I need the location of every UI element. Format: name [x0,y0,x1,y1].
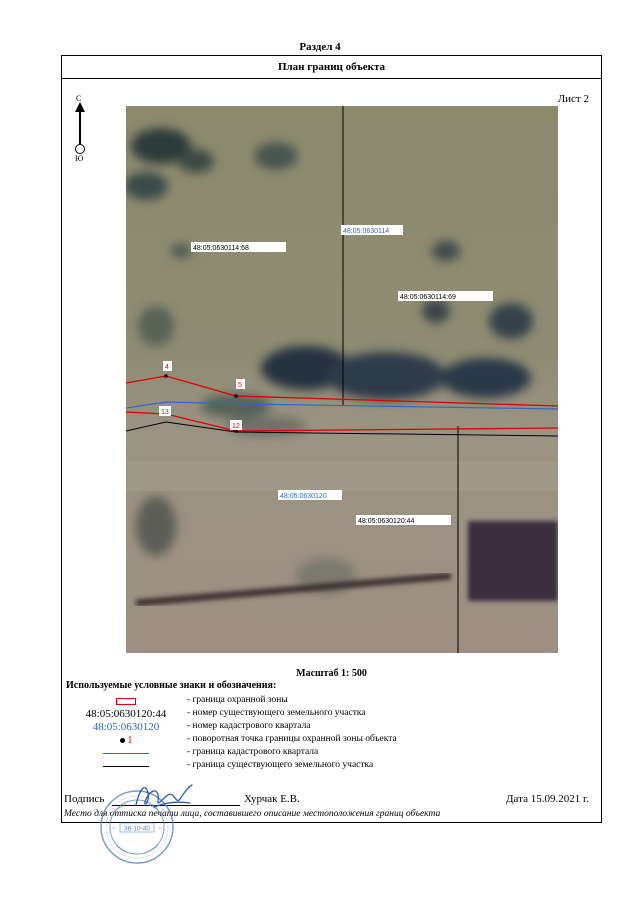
road [126,461,558,491]
map-scale: Масштаб 1: 500 [296,668,367,679]
legend-text: - граница охранной зоны [187,695,288,705]
legend-row-protect-zone: - граница охранной зоны [62,695,603,708]
point-5-label: 5 [238,382,242,389]
quarter-label-2: 48:05:0630120 [280,493,327,500]
handwritten-signature-icon [135,784,193,808]
legend-row-quarter-border: - граница кадастрового квартала [62,747,603,760]
signature-date: Дата 15.09.2021 г. [506,793,589,805]
legend-text: - поворотная точка границы охранной зоны… [187,734,397,744]
legend-symbol-quarter-number: 48:05:0630120 [92,721,160,733]
sheet-number: Лист 2 [557,93,589,105]
legend-row-parcel-border: - граница существующего земельного участ… [62,760,603,773]
legend-text: - номер существующего земельного участка [187,708,366,718]
legend-title: Используемые условные знаки и обозначени… [66,680,277,691]
legend-row-turn-point: 1 - поворотная точка границы охранной зо… [62,734,603,747]
protect-zone-symbol-icon [116,698,136,705]
document-frame: План границ объекта Лист 2 С Ю 48:05:063… [61,55,602,823]
section-title: Раздел 4 [299,41,341,53]
point-13-label: 13 [161,409,169,416]
point-4-marker [164,374,168,378]
point-5-marker [234,394,238,398]
quarter-border-line-icon [103,752,149,754]
parcel-label-3: 48:05:0630120:44 [358,518,415,525]
legend-text: - номер кадастрового квартала [187,721,311,731]
north-arrow-icon: С Ю [72,94,88,164]
parcel-border-line-icon [103,765,149,767]
point-12-label: 12 [232,423,240,430]
stamp-number: 36-10-40 [124,826,150,833]
compass-south: Ю [75,154,84,163]
turn-point-dot-icon [119,737,125,743]
quarter-label-1: 48:05:0630114 [343,228,389,235]
legend-text: - граница кадастрового квартала [187,747,319,757]
legend-symbol-parcel-number: 48:05:0630120:44 [85,708,167,720]
parcel-label-2: 48:05:0630114:69 [400,294,456,301]
satellite-map: 48:05:0630114:68 48:05:0630114 48:05:063… [126,106,558,653]
point-4-label: 4 [165,364,169,371]
plan-title: План границ объекта [62,56,601,79]
legend-row-quarter-number: 48:05:0630120 - номер кадастрового кварт… [62,721,603,734]
legend-text: - граница существующего земельного участ… [187,760,374,770]
legend-symbol-point-number: 1 [127,734,133,746]
signer-name: Хурчак Е.В. [244,793,300,805]
building [468,521,558,601]
compass-circle [75,144,85,154]
legend-row-parcel-number: 48:05:0630120:44 - номер существующего з… [62,708,603,721]
parcel-label-1: 48:05:0630114:68 [193,245,249,252]
